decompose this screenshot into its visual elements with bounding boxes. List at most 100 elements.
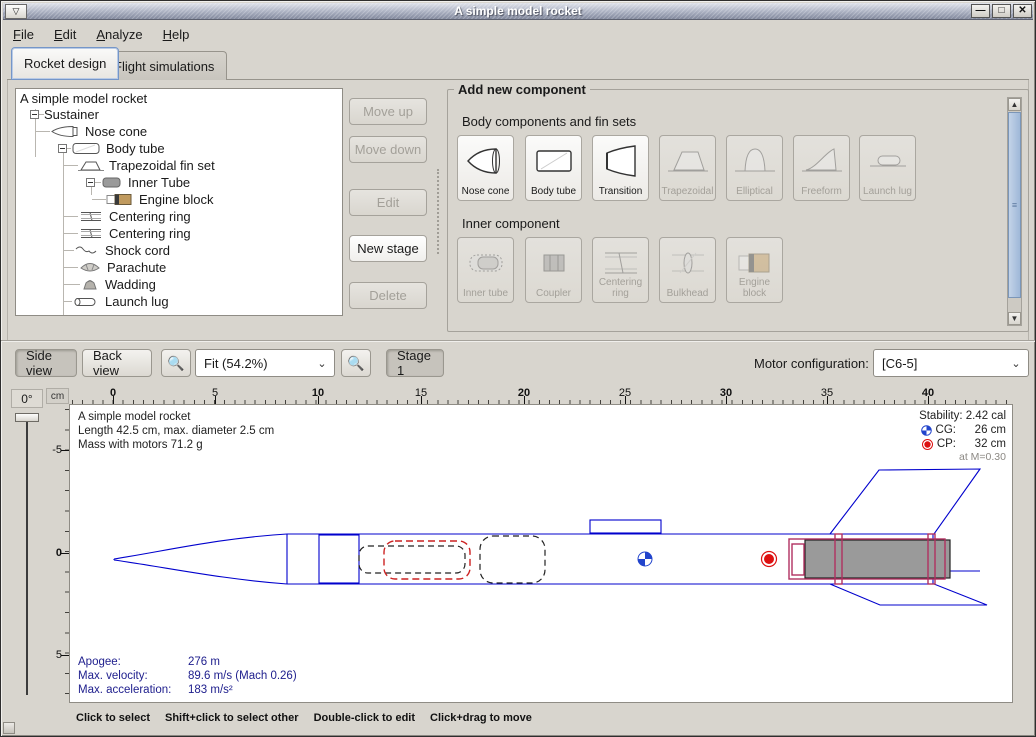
tip-click-drag: Click+drag to move [430, 712, 532, 724]
add-freeform-fin-button[interactable]: Freeform [793, 135, 850, 201]
back-view-button[interactable]: Back view [82, 349, 152, 377]
transition-icon [599, 144, 643, 181]
vertical-ruler: -5 0 5 [46, 404, 69, 703]
add-bulkhead-button[interactable]: Bulkhead [659, 237, 716, 303]
fin-top [830, 469, 980, 534]
tree-item-launch-lug[interactable]: Launch lug [16, 293, 342, 310]
tree-item-shock-cord[interactable]: Shock cord [16, 242, 342, 259]
tree-item-centering-ring-2[interactable]: Centering ring [16, 225, 342, 242]
status-bar: Click to select Shift+click to select ot… [1, 703, 1035, 736]
motor-configuration-select[interactable]: [C6-5] ⌄ [873, 349, 1029, 377]
magnifier-icon: 🔍 [347, 355, 364, 372]
toolbar-separator [1, 340, 1035, 342]
max-acceleration-value: 183 m/s² [188, 683, 233, 697]
rocket-name: A simple model rocket [78, 410, 274, 424]
ruler-unit: cm [46, 388, 69, 404]
tab-flight-simulations[interactable]: Flight simulations [101, 51, 227, 80]
add-transition-button[interactable]: Transition [592, 135, 649, 201]
tree-item-trapezoidal-fin-set[interactable]: Trapezoidal fin set [16, 157, 342, 174]
side-view-button[interactable]: Side view [15, 349, 77, 377]
tip-double-click: Double-click to edit [314, 712, 415, 724]
nose-shoulder [319, 535, 359, 583]
chevron-down-icon: ⌄ [1004, 357, 1028, 370]
cp-icon [922, 439, 933, 450]
cg-marker [638, 552, 652, 566]
tree-item-wadding[interactable]: Wadding [16, 276, 342, 293]
rocket-mass: Mass with motors 71.2 g [78, 438, 274, 452]
horizontal-ruler: 0 5 10 15 20 25 30 35 40 [69, 388, 1013, 404]
zoom-level-select[interactable]: Fit (54.2%) ⌄ [195, 349, 335, 377]
tree-item-nose-cone[interactable]: Nose cone [16, 123, 342, 140]
window-title: A simple model rocket [3, 4, 1033, 18]
collapse-toggle-icon[interactable] [58, 144, 67, 153]
max-velocity-value: 89.6 m/s (Mach 0.26) [188, 669, 297, 683]
add-coupler-button[interactable]: Coupler [525, 237, 582, 303]
nose-cone-outline [114, 534, 287, 584]
engine-block-icon [733, 246, 777, 283]
tip-click-select: Click to select [76, 712, 150, 724]
new-stage-button[interactable]: New stage [349, 235, 427, 262]
tree-item-inner-tube[interactable]: Inner Tube [16, 174, 342, 191]
component-panel-scrollbar[interactable]: ▲ ≡ ▼ [1007, 97, 1022, 326]
menu-help[interactable]: Help [155, 24, 198, 45]
tree-item-parachute[interactable]: Parachute [16, 259, 342, 276]
close-button[interactable]: ✕ [1013, 4, 1032, 18]
zoom-in-button[interactable]: 🔍 [341, 349, 371, 377]
add-inner-tube-button[interactable]: Inner tube [457, 237, 514, 303]
launch-lug-icon [866, 144, 910, 181]
cp-value: 32 cm [960, 438, 1006, 450]
trapezoidal-fin-icon [666, 144, 710, 181]
tree-item-sustainer[interactable]: Sustainer [16, 106, 342, 123]
component-tree[interactable]: A simple model rocket Sustainer Nose con… [15, 88, 343, 316]
rotation-slider-track[interactable] [26, 417, 28, 695]
add-nose-cone-button[interactable]: Nose cone [457, 135, 514, 201]
tree-item-centering-ring-1[interactable]: Centering ring [16, 208, 342, 225]
menu-bar: File Edit Analyze Help [5, 22, 1031, 46]
maximize-button[interactable]: □ [992, 4, 1011, 18]
inner-tube-icon [101, 176, 123, 189]
app-window: ▽ A simple model rocket — □ ✕ File Edit … [0, 0, 1036, 737]
delete-button[interactable]: Delete [349, 282, 427, 309]
menu-analyze[interactable]: Analyze [88, 24, 150, 45]
resize-grip[interactable] [3, 722, 15, 734]
scrollbar-thumb[interactable]: ≡ [1008, 112, 1021, 298]
motor-configuration-label: Motor configuration: [754, 356, 869, 371]
add-trapezoidal-fin-button[interactable]: Trapezoidal [659, 135, 716, 201]
menu-file[interactable]: File [5, 24, 42, 45]
apogee-value: 276 m [188, 655, 220, 669]
nose-cone-icon [50, 125, 80, 138]
panel-splitter[interactable] [437, 169, 440, 254]
add-body-tube-button[interactable]: Body tube [525, 135, 582, 201]
wadding-icon [80, 278, 100, 291]
minimize-button[interactable]: — [971, 4, 990, 18]
add-launch-lug-button[interactable]: Launch lug [859, 135, 916, 201]
magnifier-icon: 🔍 [167, 355, 184, 372]
launch-lug-outline [590, 520, 661, 533]
tree-item-engine-block[interactable]: Engine block [16, 191, 342, 208]
stage-1-toggle[interactable]: Stage 1 [386, 349, 444, 377]
zoom-out-button[interactable]: 🔍 [161, 349, 191, 377]
scroll-up-icon[interactable]: ▲ [1008, 98, 1021, 111]
edit-button[interactable]: Edit [349, 189, 427, 216]
rotation-slider-handle[interactable] [15, 413, 39, 422]
add-elliptical-fin-button[interactable]: Elliptical [726, 135, 783, 201]
scroll-down-icon[interactable]: ▼ [1008, 312, 1021, 325]
rocket-view-canvas[interactable]: A simple model rocket Length 42.5 cm, ma… [69, 404, 1013, 703]
tree-item-body-tube[interactable]: Body tube [16, 140, 342, 157]
window-menu-icon[interactable]: ▽ [5, 4, 27, 19]
trapezoidal-fin-icon [78, 159, 104, 172]
tree-item-rocket[interactable]: A simple model rocket [16, 89, 342, 106]
collapse-toggle-icon[interactable] [30, 110, 39, 119]
move-up-button[interactable]: Move up [349, 98, 427, 125]
body-tube-icon [71, 142, 101, 155]
add-centering-ring-button[interactable]: Centering ring [592, 237, 649, 303]
tab-rocket-design[interactable]: Rocket design [11, 47, 119, 80]
chevron-down-icon: ⌄ [310, 357, 334, 370]
move-down-button[interactable]: Move down [349, 136, 427, 163]
tab-bar: Rocket design Flight simulations [7, 47, 1029, 80]
stability-value: Stability: 2.42 cal [919, 410, 1006, 422]
elliptical-fin-icon [733, 144, 777, 181]
collapse-toggle-icon[interactable] [86, 178, 95, 187]
menu-edit[interactable]: Edit [46, 24, 84, 45]
add-engine-block-button[interactable]: Engine block [726, 237, 783, 303]
